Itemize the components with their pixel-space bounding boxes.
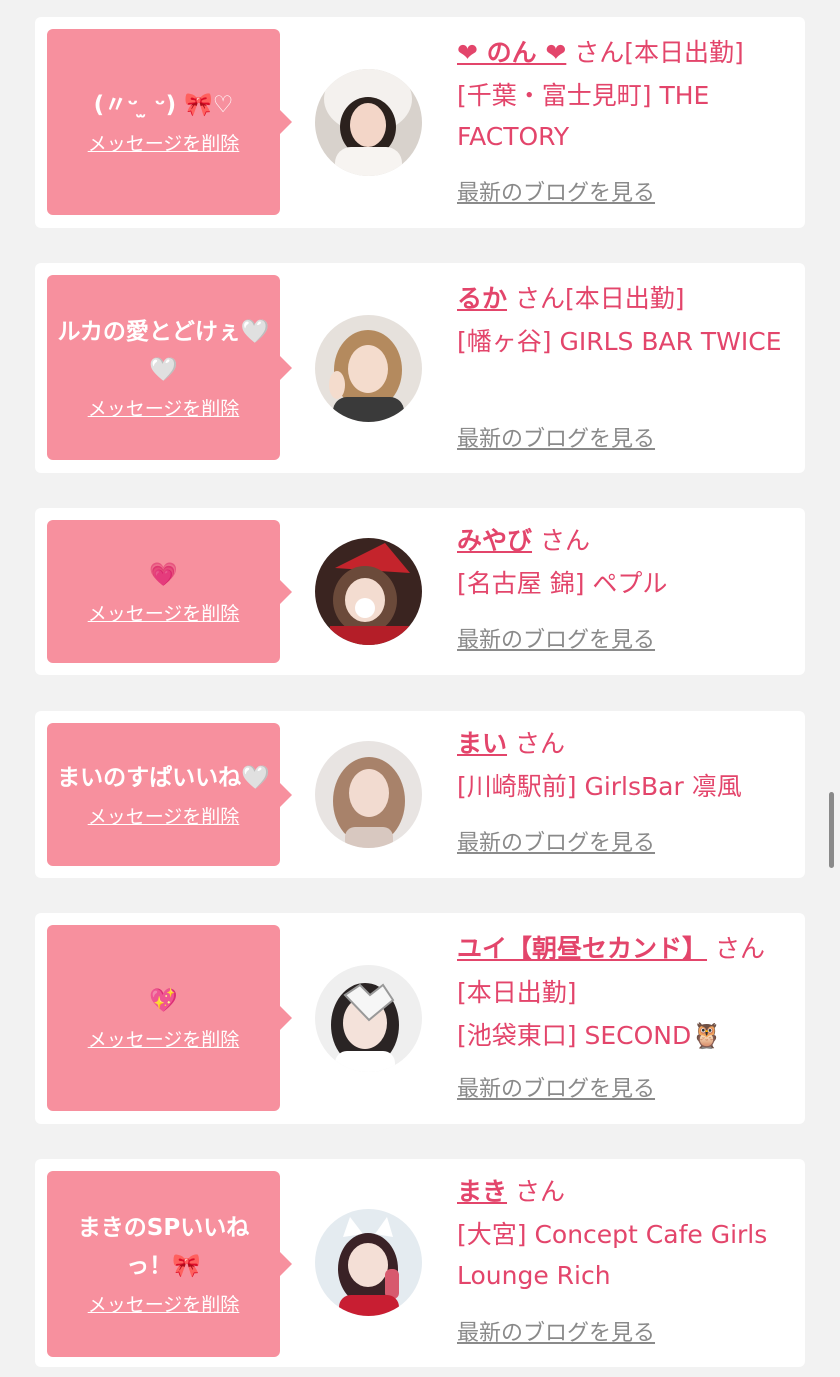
delete-message-link[interactable]: メッセージを削除 xyxy=(88,600,240,628)
cast-name-link[interactable]: まき xyxy=(457,1177,507,1206)
shop-name[interactable]: [川崎駅前] GirlsBar 凛風 xyxy=(457,766,797,807)
message-card: 💗 メッセージを削除 みやび さん [名古屋 錦] ペプル 最新のブログを見る xyxy=(35,508,805,675)
cast-status: さん[本日出勤] xyxy=(514,284,685,313)
message-text: まきのSPいいねっ！🎀 xyxy=(77,1215,250,1279)
shop-name[interactable]: [千葉・富士見町] THE FACTORY xyxy=(457,75,797,157)
shop-name[interactable]: [名古屋 錦] ペプル xyxy=(457,563,797,604)
delete-message-link[interactable]: メッセージを削除 xyxy=(88,130,240,158)
message-card: (〃ᵕ︎ ̫ ᵕ︎) 🎀♡ メッセージを削除 ❤︎ のん ❤︎ さん[本日出勤]… xyxy=(35,17,805,228)
message-bubble: 💗 メッセージを削除 xyxy=(47,520,292,663)
avatar[interactable] xyxy=(315,315,422,422)
cast-info: ❤︎ のん ❤︎ さん[本日出勤] [千葉・富士見町] THE FACTORY xyxy=(457,31,797,157)
cast-status: さん xyxy=(514,729,565,758)
delete-message-link[interactable]: メッセージを削除 xyxy=(88,803,240,831)
blog-link[interactable]: 最新のブログを見る xyxy=(457,179,655,209)
blog-link[interactable]: 最新のブログを見る xyxy=(457,1319,655,1349)
blog-link[interactable]: 最新のブログを見る xyxy=(457,626,655,656)
cast-info: まき さん [大宮] Concept Cafe Girls Lounge Ric… xyxy=(457,1170,797,1296)
avatar[interactable] xyxy=(315,538,422,645)
blog-link[interactable]: 最新のブログを見る xyxy=(457,829,655,859)
avatar[interactable] xyxy=(315,1209,422,1316)
message-card: ルカの愛とどけぇ🤍🤍 メッセージを削除 るか さん[本日出勤] [幡ヶ谷] GI… xyxy=(35,263,805,473)
avatar[interactable] xyxy=(315,965,422,1072)
message-text: (〃ᵕ︎ ̫ ᵕ︎) 🎀♡ xyxy=(93,92,234,118)
cast-status: さん[本日出勤] xyxy=(574,38,744,67)
message-bubble: ルカの愛とどけぇ🤍🤍 メッセージを削除 xyxy=(47,275,292,460)
message-card: 💖 メッセージを削除 ユイ【朝昼セカンド】 さん[本日出勤] [池袋東口] SE… xyxy=(35,913,805,1124)
message-card: まいのすぱいいね🤍 メッセージを削除 まい さん [川崎駅前] GirlsBar… xyxy=(35,711,805,878)
delete-message-link[interactable]: メッセージを削除 xyxy=(88,1291,240,1319)
cast-status: さん xyxy=(514,1177,565,1206)
message-text: 💗 xyxy=(149,561,178,588)
scrollbar[interactable] xyxy=(829,792,834,868)
message-card: まきのSPいいねっ！🎀 メッセージを削除 まき さん [大宮] Concept … xyxy=(35,1159,805,1367)
cast-name-link[interactable]: るか xyxy=(457,284,507,313)
cast-info: みやび さん [名古屋 錦] ペプル xyxy=(457,519,797,604)
cast-status: さん xyxy=(539,526,590,555)
message-bubble: まきのSPいいねっ！🎀 メッセージを削除 xyxy=(47,1171,292,1357)
blog-link[interactable]: 最新のブログを見る xyxy=(457,425,655,455)
message-bubble: まいのすぱいいね🤍 メッセージを削除 xyxy=(47,723,292,866)
message-bubble: (〃ᵕ︎ ̫ ᵕ︎) 🎀♡ メッセージを削除 xyxy=(47,29,292,215)
shop-name[interactable]: [大宮] Concept Cafe Girls Lounge Rich xyxy=(457,1214,797,1296)
cast-info: まい さん [川崎駅前] GirlsBar 凛風 xyxy=(457,722,797,807)
delete-message-link[interactable]: メッセージを削除 xyxy=(88,1026,240,1054)
cast-name-link[interactable]: まい xyxy=(457,729,507,758)
shop-name[interactable]: [幡ヶ谷] GIRLS BAR TWICE xyxy=(457,321,797,362)
delete-message-link[interactable]: メッセージを削除 xyxy=(88,395,240,423)
message-text: 💖 xyxy=(149,988,178,1014)
message-text: ルカの愛とどけぇ🤍🤍 xyxy=(57,318,270,383)
message-text: まいのすぱいいね🤍 xyxy=(57,764,270,791)
cast-name-link[interactable]: ❤︎ のん ❤︎ xyxy=(457,38,566,67)
cast-name-link[interactable]: ユイ【朝昼セカンド】 xyxy=(457,934,707,963)
cast-info: るか さん[本日出勤] [幡ヶ谷] GIRLS BAR TWICE xyxy=(457,277,797,362)
blog-link[interactable]: 最新のブログを見る xyxy=(457,1075,655,1105)
shop-name[interactable]: [池袋東口] SECOND🦉 xyxy=(457,1015,797,1056)
avatar[interactable] xyxy=(315,69,422,176)
avatar[interactable] xyxy=(315,741,422,848)
message-bubble: 💖 メッセージを削除 xyxy=(47,925,292,1111)
cast-name-link[interactable]: みやび xyxy=(457,526,532,555)
cast-info: ユイ【朝昼セカンド】 さん[本日出勤] [池袋東口] SECOND🦉 xyxy=(457,927,797,1056)
